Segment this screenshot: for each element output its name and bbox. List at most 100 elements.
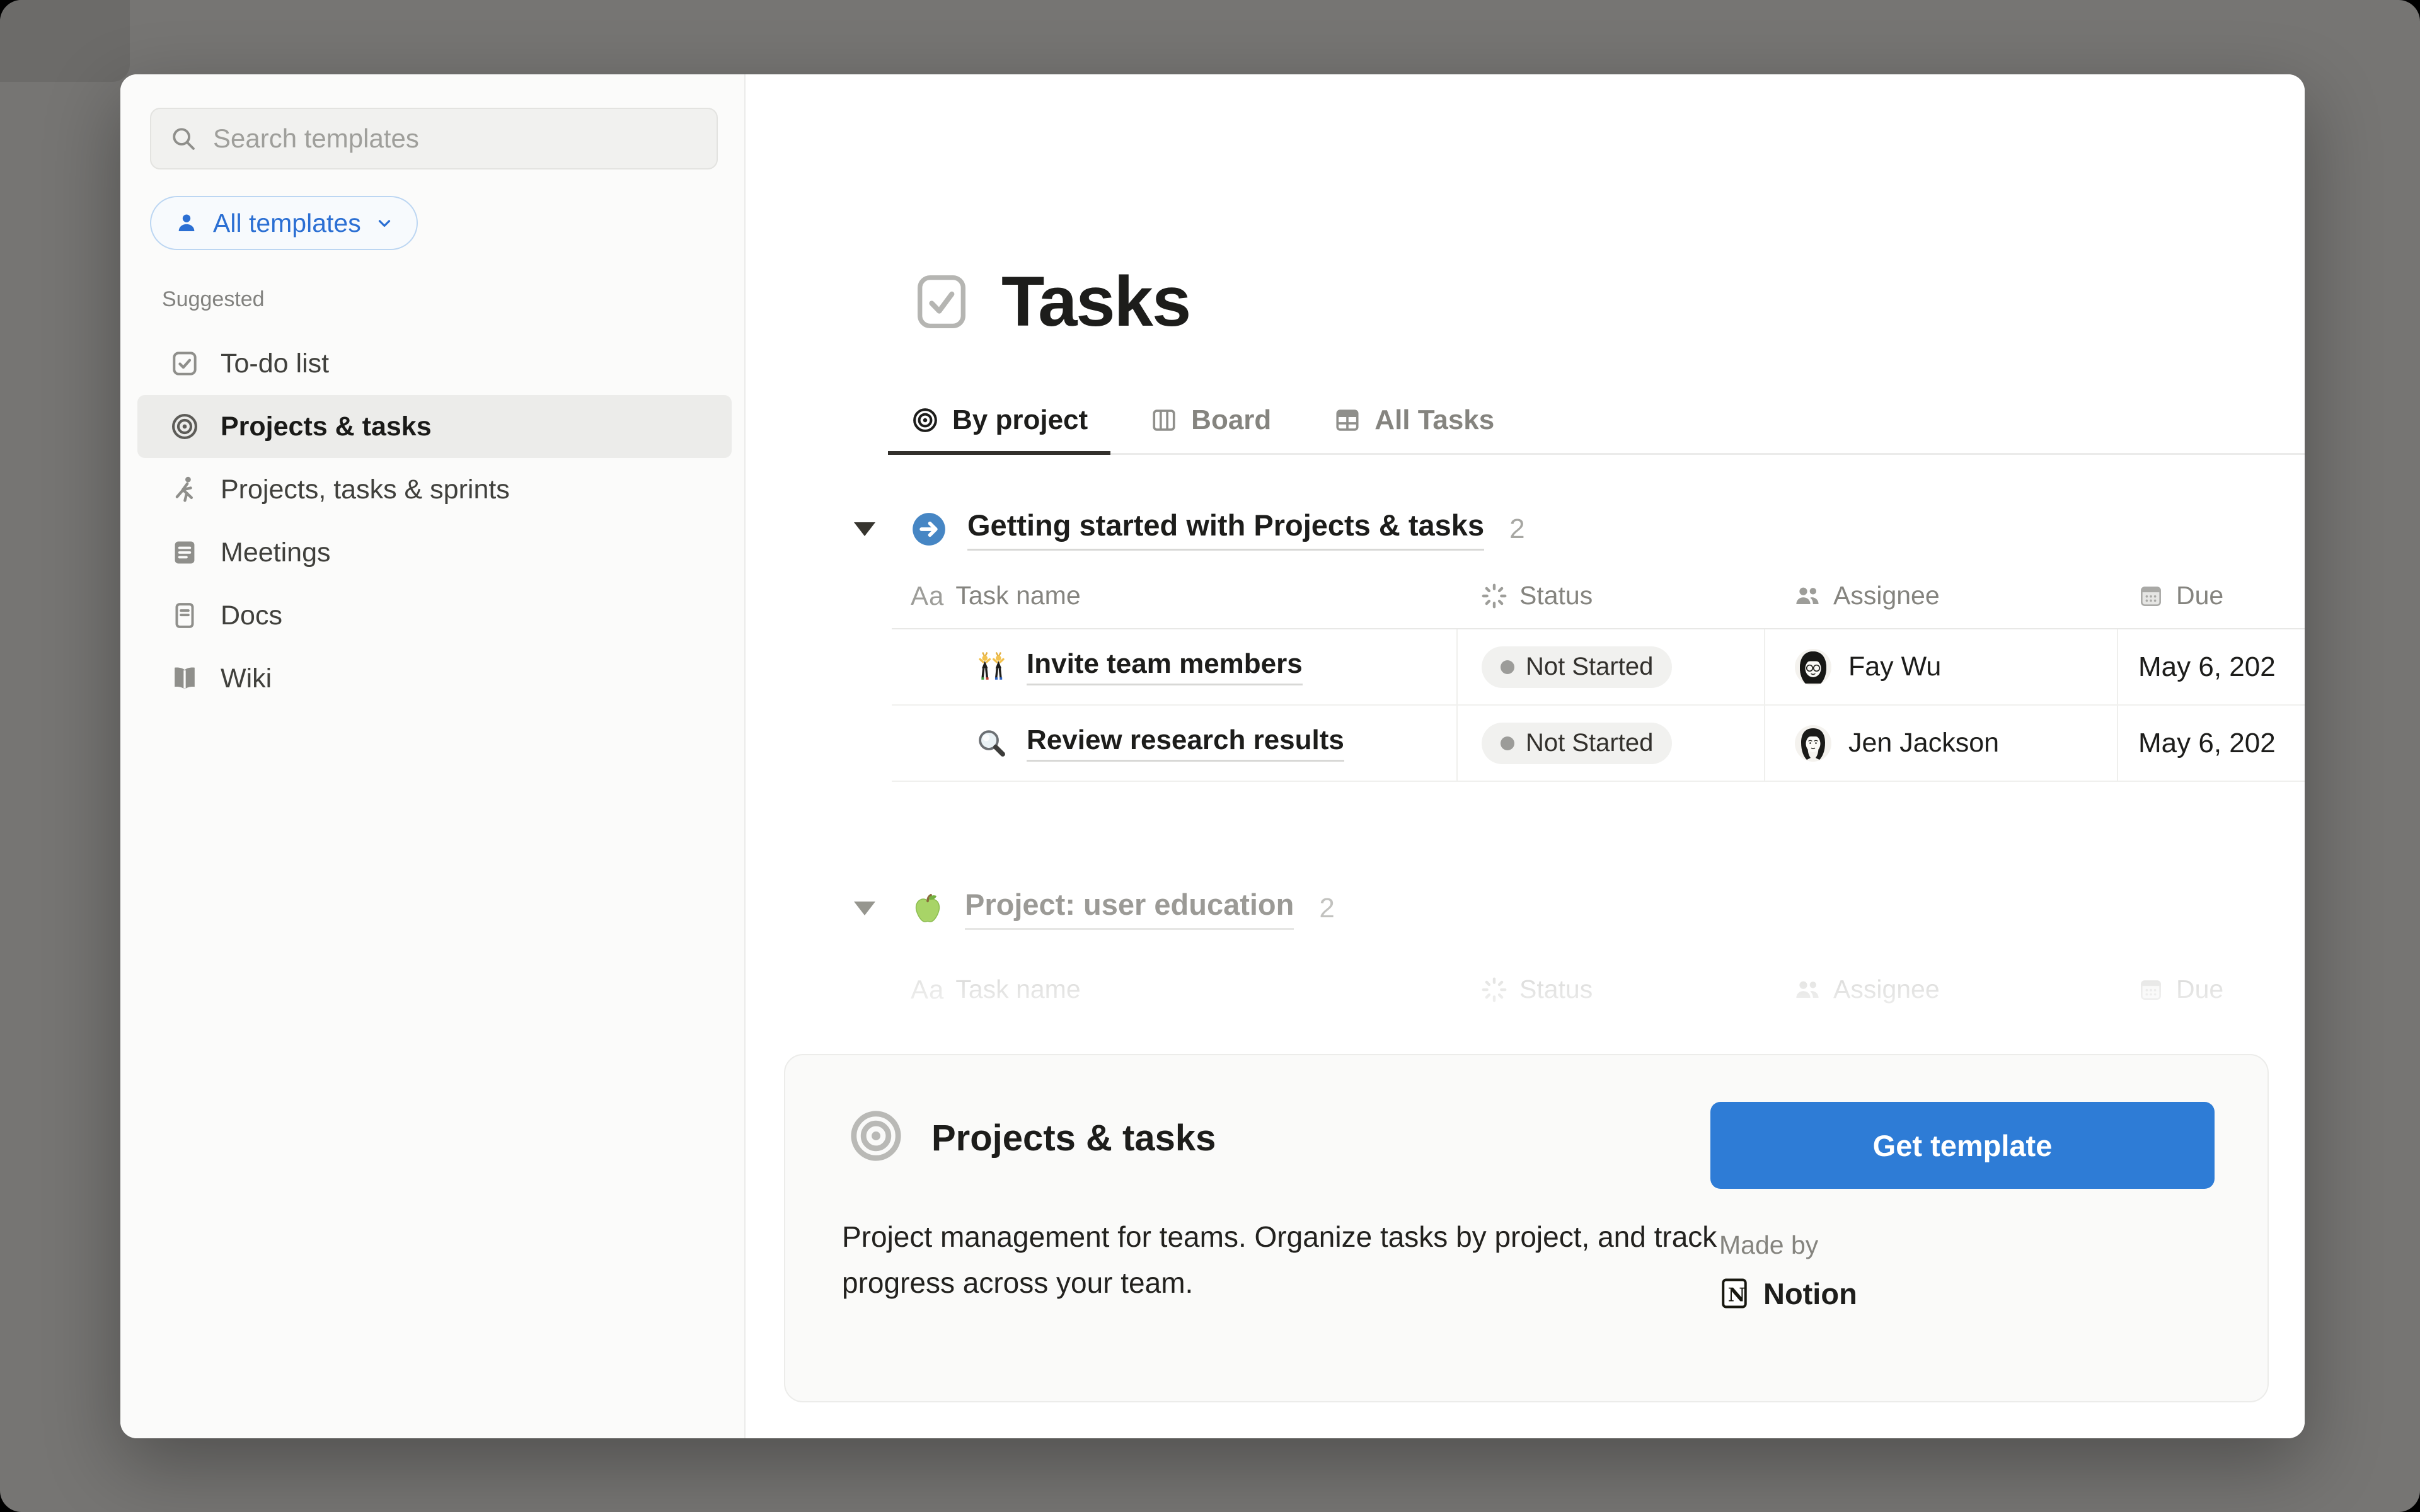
column-header-due: Due <box>2117 956 2305 1022</box>
column-header-assignee[interactable]: Assignee <box>1764 563 2117 628</box>
group-header-getting-started: Getting started with Projects & tasks 2 <box>854 508 1525 551</box>
group-toggle-icon[interactable] <box>854 522 875 536</box>
tab-board[interactable]: Board <box>1127 386 1294 455</box>
group-title-link[interactable]: Getting started with Projects & tasks <box>967 508 1484 551</box>
sidebar-item-label: Projects, tasks & sprints <box>221 474 510 505</box>
column-label: Due <box>2176 581 2223 610</box>
status-dot <box>1501 660 1514 674</box>
status-spinner-icon <box>1480 976 1508 1004</box>
filter-label: All templates <box>213 209 361 238</box>
arrow-circle-icon <box>909 510 948 549</box>
group-toggle-icon[interactable] <box>854 902 875 915</box>
table-header-row: Aa Task name Status <box>892 563 2305 629</box>
search-box[interactable] <box>150 108 718 169</box>
maker-row: N Notion <box>1717 1276 1857 1311</box>
template-gallery-modal: All templates Suggested To- <box>120 74 2305 1438</box>
book-icon <box>169 663 200 694</box>
tab-all-tasks[interactable]: All Tasks <box>1310 386 1517 455</box>
card-description: Project management for teams. Organize t… <box>842 1214 1787 1305</box>
table-header-row-faded: Aa Task name Status <box>892 956 2305 1022</box>
sidebar-item-docs[interactable]: Docs <box>137 584 732 647</box>
status-dot <box>1501 736 1514 750</box>
avatar <box>1794 648 1832 686</box>
column-label: Task name <box>955 975 1080 1004</box>
status-cell: Not Started <box>1456 629 1764 704</box>
sidebar-item-wiki[interactable]: Wiki <box>137 647 732 710</box>
due-date: May 6, 202 <box>2138 651 2276 683</box>
group-title-link[interactable]: Project: user education <box>965 887 1294 930</box>
status-spinner-icon <box>1480 582 1508 610</box>
tab-label: Board <box>1191 404 1271 436</box>
task-cell: Review research results <box>892 706 1456 781</box>
task-name-link[interactable]: Review research results <box>1027 724 1344 762</box>
template-sidebar: All templates Suggested To- <box>120 74 746 1438</box>
sidebar-item-todo-list[interactable]: To-do list <box>137 332 732 395</box>
column-header-due[interactable]: Due <box>2117 563 2305 628</box>
people-icon <box>1793 581 1822 610</box>
target-icon <box>911 406 940 435</box>
template-preview-pane: Tasks By project <box>746 74 2305 1438</box>
search-icon <box>169 124 198 153</box>
page-checkbox-icon <box>911 271 972 333</box>
due-cell: May 6, 202 <box>2117 629 2305 704</box>
document-icon <box>169 600 200 631</box>
column-label: Due <box>2176 975 2223 1004</box>
tab-label: By project <box>952 404 1088 436</box>
assignee-cell: Fay Wu <box>1764 629 2117 704</box>
sidebar-item-label: Meetings <box>221 537 330 568</box>
task-cell: Invite team members <box>892 629 1456 704</box>
calendar-icon <box>2137 976 2165 1004</box>
assignee-name: Fay Wu <box>1848 651 1941 682</box>
column-label: Assignee <box>1833 975 1940 1004</box>
target-icon <box>848 1108 904 1164</box>
search-input[interactable] <box>213 123 699 154</box>
page-title: Tasks <box>1001 261 1190 342</box>
target-icon <box>169 411 200 442</box>
table-icon <box>1333 406 1362 435</box>
meeting-note-icon <box>169 537 200 568</box>
green-apple-icon <box>909 890 946 927</box>
sidebar-item-label: Projects & tasks <box>221 411 432 442</box>
background-window-corner <box>0 0 130 82</box>
table-row: Review research results Not Started <box>892 706 2305 782</box>
runner-icon <box>169 474 200 505</box>
avatar <box>1794 724 1832 762</box>
sidebar-item-label: To-do list <box>221 348 329 379</box>
sidebar-item-label: Wiki <box>221 663 272 694</box>
status-cell: Not Started <box>1456 706 1764 781</box>
status-badge: Not Started <box>1482 646 1672 688</box>
page-header: Tasks <box>911 261 1190 342</box>
text-type-icon: Aa <box>911 975 944 1005</box>
group-header-user-education: Project: user education 2 <box>854 887 1335 930</box>
status-label: Not Started <box>1526 653 1653 681</box>
column-header-task-name[interactable]: Aa Task name <box>892 563 1456 628</box>
sidebar-item-meetings[interactable]: Meetings <box>137 521 732 584</box>
status-label: Not Started <box>1526 729 1653 757</box>
tab-by-project[interactable]: By project <box>888 386 1110 455</box>
template-promo-card: Projects & tasks Project management for … <box>784 1054 2269 1402</box>
column-label: Status <box>1519 581 1593 610</box>
column-header-task-name: Aa Task name <box>892 956 1456 1022</box>
people-icon <box>1793 975 1822 1004</box>
suggested-section-label: Suggested <box>162 287 265 312</box>
column-label: Task name <box>955 581 1080 610</box>
todo-checkbox-icon <box>169 348 200 379</box>
get-template-button[interactable]: Get template <box>1710 1102 2215 1189</box>
due-cell: May 6, 202 <box>2117 706 2305 781</box>
view-tabs: By project Board <box>888 386 1517 455</box>
sidebar-item-projects-tasks-sprints[interactable]: Projects, tasks & sprints <box>137 458 732 521</box>
assignee-name: Jen Jackson <box>1848 728 1999 759</box>
magnifier-emoji-icon <box>975 726 1009 760</box>
column-header-assignee: Assignee <box>1764 956 2117 1022</box>
sidebar-item-label: Docs <box>221 600 282 631</box>
sidebar-item-projects-tasks[interactable]: Projects & tasks <box>137 395 732 458</box>
all-templates-filter[interactable]: All templates <box>150 196 418 250</box>
text-type-icon: Aa <box>911 581 944 611</box>
group-count: 2 <box>1319 893 1334 924</box>
column-header-status[interactable]: Status <box>1456 563 1764 628</box>
column-label: Assignee <box>1833 581 1940 610</box>
task-name-link[interactable]: Invite team members <box>1027 648 1303 685</box>
table-row: Invite team members Not Started <box>892 629 2305 706</box>
column-label: Status <box>1519 975 1593 1004</box>
sidebar-list: To-do list Projects & tasks <box>137 332 732 710</box>
